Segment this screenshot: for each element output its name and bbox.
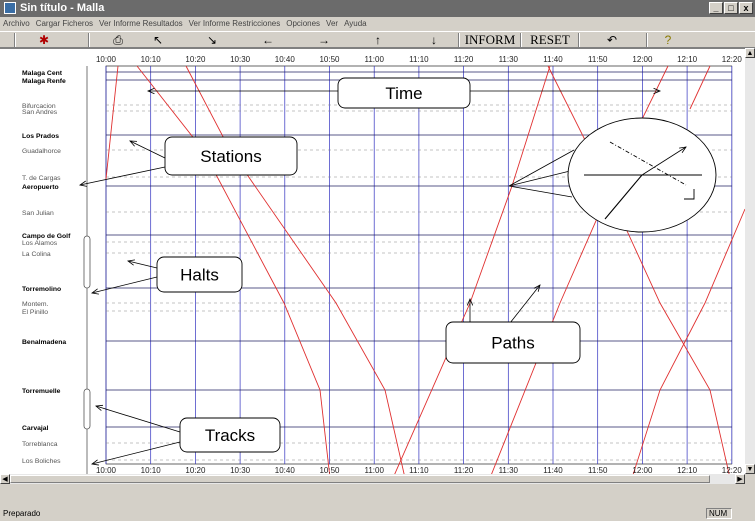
maximize-button[interactable]: □ <box>724 2 738 14</box>
menu-ver[interactable]: Ver <box>323 17 341 31</box>
menu-cargar-ficheros[interactable]: Cargar Ficheros <box>33 17 96 31</box>
tracks-label: Tracks <box>205 426 255 445</box>
status-bar: Preparado NUM <box>0 484 755 521</box>
station-label: Carvajal <box>22 425 49 432</box>
new-icon[interactable]: ✱ <box>34 33 54 47</box>
station-label: Los Prados <box>22 133 59 140</box>
station-label: Torremolino <box>22 286 61 293</box>
horizontal-scrollbar[interactable]: ◀ ▶ <box>0 474 745 484</box>
arrow-right-icon[interactable]: → <box>314 33 334 47</box>
station-label: Malaga Cent <box>22 70 63 77</box>
time-label-top: 11:10 <box>409 55 429 64</box>
zoom-line <box>508 170 571 187</box>
inform-button[interactable]: INFORM <box>462 33 518 47</box>
time-label-top: 10:50 <box>319 55 340 64</box>
time-label-top: 11:30 <box>499 55 519 64</box>
minimize-button[interactable]: _ <box>709 2 723 14</box>
train-graph: 10:0010:0010:1010:1010:2010:2010:3010:30… <box>22 55 746 483</box>
time-label-top: 10:10 <box>141 55 162 64</box>
stations-label: Stations <box>200 147 261 166</box>
title-bar: Sin título - Malla _ □ x <box>0 0 755 17</box>
paths-arrow <box>509 284 541 324</box>
stations-arrow <box>79 166 166 186</box>
window-title: Sin título - Malla <box>20 2 105 14</box>
halt-label: Torreblanca <box>22 441 58 448</box>
help-icon[interactable]: ? <box>658 33 678 47</box>
train-path <box>689 65 711 110</box>
halt-label: Montem. <box>22 301 49 308</box>
undo-icon[interactable]: ↶ <box>600 33 624 47</box>
print-icon[interactable]: ⎙ <box>108 33 128 47</box>
station-label: Campo de Golf <box>22 233 71 240</box>
menu-archivo[interactable]: Archivo <box>0 17 33 31</box>
halt-label: El Pinillo <box>22 309 48 316</box>
time-label-top: 11:50 <box>588 55 608 64</box>
close-button[interactable]: x <box>739 2 753 14</box>
status-text: Preparado <box>3 509 41 518</box>
time-label-top: 10:00 <box>96 55 117 64</box>
tracks-arrow <box>95 405 181 433</box>
time-label-top: 12:10 <box>677 55 698 64</box>
stations-arrow <box>129 140 166 159</box>
halt-label: Los Alamos <box>22 240 58 247</box>
vertical-scrollbar[interactable]: ▲ ▼ <box>745 48 755 474</box>
arrow-down-right-icon[interactable]: ↘ <box>202 33 222 47</box>
halt-label: T. de Cargas <box>22 175 61 182</box>
halt-label: La Colina <box>22 251 51 258</box>
train-path <box>105 65 119 180</box>
menu-ver-informe-restricciones[interactable]: Ver Informe Restricciones <box>186 17 284 31</box>
time-label-top: 12:00 <box>632 55 653 64</box>
halt-label: San Julian <box>22 210 54 217</box>
num-lock-indicator: NUM <box>706 508 732 519</box>
time-label-top: 11:20 <box>454 55 474 64</box>
scroll-left-icon[interactable]: ◀ <box>0 474 10 484</box>
time-label-top: 10:20 <box>185 55 206 64</box>
tracks-arrow <box>91 441 181 465</box>
track-siding <box>83 388 91 430</box>
time-label-top: 10:40 <box>275 55 296 64</box>
toolbar: ✱ ⎙ ↖ ↘ ← → ↑ ↓ INFORM RESET ↶ ? <box>0 31 755 48</box>
scroll-up-icon[interactable]: ▲ <box>745 48 755 58</box>
station-label: Torremuelle <box>22 388 61 395</box>
arrow-down-icon[interactable]: ↓ <box>424 33 444 47</box>
menu-bar: Archivo Cargar Ficheros Ver Informe Result… <box>0 17 755 31</box>
timetable-canvas[interactable]: 10:00 10:00 10:10 10:10 10:20 10:20 10:30 10:30… <box>0 48 746 483</box>
train-path <box>631 208 746 479</box>
zoom-line <box>508 185 573 198</box>
train-path <box>392 65 551 479</box>
paths-label: Paths <box>491 334 534 353</box>
halt-label: San Andres <box>22 109 58 116</box>
reset-button[interactable]: RESET <box>526 33 574 47</box>
halt-label: Guadalhorce <box>22 148 61 155</box>
app-icon <box>4 2 16 15</box>
time-label-top: 12:20 <box>722 55 743 64</box>
menu-ver-informe-resultados[interactable]: Ver Informe Resultados <box>96 17 186 31</box>
arrow-up-icon[interactable]: ↑ <box>368 33 388 47</box>
scroll-right-icon[interactable]: ▶ <box>735 474 745 484</box>
station-label: Malaga Renfe <box>22 78 66 85</box>
arrow-up-left-icon[interactable]: ↖ <box>148 33 168 47</box>
track-siding <box>83 235 91 289</box>
menu-opciones[interactable]: Opciones <box>283 17 323 31</box>
station-label: Aeropuerto <box>22 184 59 191</box>
scroll-down-icon[interactable]: ▼ <box>745 464 755 474</box>
zoom-line <box>508 149 575 187</box>
time-label: Time <box>385 84 422 103</box>
scroll-thumb[interactable] <box>10 475 710 483</box>
station-label: Benalmadena <box>22 339 66 346</box>
halts-arrow <box>91 276 158 294</box>
halt-label: Los Boliches <box>22 458 61 465</box>
time-label-top: 11:00 <box>364 55 384 64</box>
arrow-left-icon[interactable]: ← <box>258 33 278 47</box>
time-label-top: 10:30 <box>230 55 251 64</box>
time-label-top: 11:40 <box>543 55 563 64</box>
halts-label: Halts <box>180 266 219 285</box>
menu-ayuda[interactable]: Ayuda <box>341 17 370 31</box>
